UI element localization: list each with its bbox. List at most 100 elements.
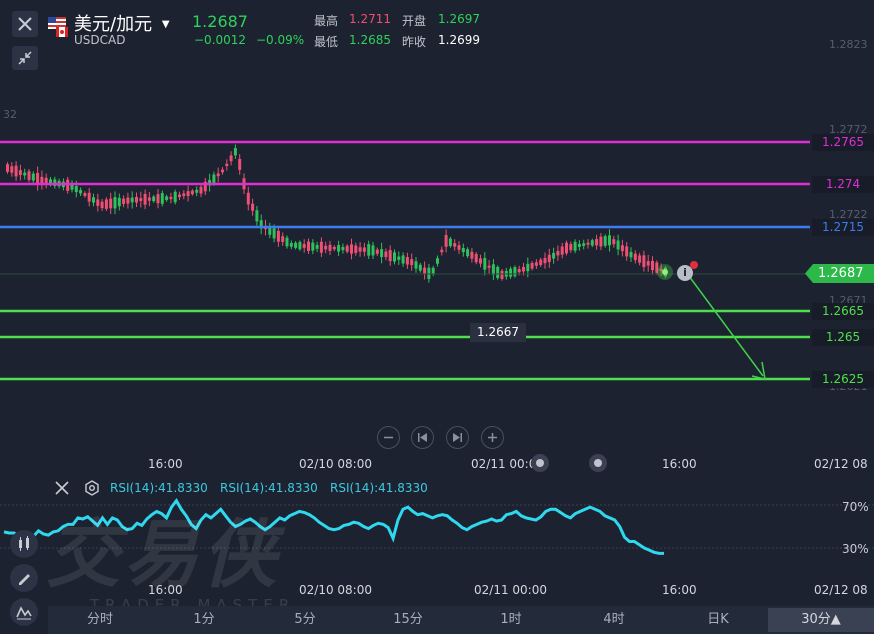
candle-body — [526, 263, 530, 272]
indicator-tool-button[interactable] — [10, 598, 38, 626]
candle-body — [83, 193, 87, 196]
pencil-icon — [19, 574, 30, 585]
candle-body — [522, 266, 525, 272]
candle-body — [199, 186, 203, 194]
candle-body — [18, 170, 22, 175]
timeframe-tab[interactable]: 分时 — [74, 608, 126, 632]
info-icon[interactable]: i — [677, 265, 693, 281]
candle-body — [156, 194, 160, 204]
scroll-right-button[interactable] — [446, 426, 469, 449]
candle-body — [401, 255, 405, 264]
current-price-tag-text: 1.2687 — [818, 266, 864, 281]
candle-body — [440, 249, 444, 253]
candle-body — [500, 270, 504, 279]
timeframe-tab[interactable]: 4时 — [588, 608, 640, 632]
timeframe-tab[interactable]: 15分 — [382, 608, 434, 632]
candle-body — [40, 176, 44, 184]
candle-body — [547, 254, 551, 262]
scroll-handle[interactable] — [531, 454, 549, 472]
candle-body — [577, 243, 581, 247]
candle-body — [367, 244, 371, 256]
candle-body — [638, 255, 642, 263]
candle-body — [380, 249, 384, 257]
candle-body — [646, 261, 650, 266]
tool-button[interactable] — [10, 530, 38, 558]
timeframe-tab[interactable]: 1分 — [178, 608, 230, 632]
candle-body — [324, 245, 328, 250]
candle-body — [362, 247, 366, 252]
rsi-time-axis-label: 02/10 08:00 — [299, 583, 372, 597]
candle-body — [23, 172, 27, 176]
scroll-left-button[interactable] — [411, 426, 434, 449]
candle-body — [117, 197, 121, 207]
chart-screen: 美元/加元 ▼ 1.2687 USDCAD −0.0012 −0.09% 最高 … — [0, 0, 874, 634]
candle-body — [272, 228, 276, 239]
candle-body — [14, 165, 18, 177]
candle-body — [530, 262, 534, 269]
level-tag: 1.2625 — [812, 371, 874, 388]
rsi-time-axis-label: 02/11 00:00 — [474, 583, 547, 597]
rsi-label: RSI(14):41.8330 — [330, 481, 428, 495]
plus-icon — [488, 433, 497, 442]
candle-body — [225, 163, 229, 167]
timeframe-tab[interactable]: 日K — [692, 608, 744, 632]
candle-body — [625, 246, 629, 257]
timeframe-tab-active[interactable]: 30分▲ — [768, 608, 874, 632]
candle-body — [332, 247, 336, 250]
candle-body — [36, 172, 40, 185]
price-dot — [662, 269, 668, 275]
candle-body — [586, 242, 590, 245]
candle-body — [6, 164, 9, 172]
candle-body — [491, 264, 495, 275]
skip-forward-icon — [453, 433, 462, 442]
candle-body — [436, 258, 439, 264]
candle-body — [423, 267, 427, 274]
candle-body — [10, 166, 14, 173]
candle-body — [74, 186, 78, 193]
timeframe-tab[interactable]: 1时 — [485, 608, 537, 632]
candle-body — [573, 241, 577, 251]
zoom-in-button[interactable] — [481, 426, 504, 449]
candle-body — [453, 243, 457, 247]
candle-body — [315, 245, 319, 249]
candle-body — [255, 210, 259, 222]
candle-body — [534, 262, 538, 266]
time-axis-label: 16:00 — [662, 457, 697, 471]
candle-body — [560, 246, 564, 255]
candle-body — [642, 255, 646, 268]
candle-body — [457, 245, 461, 250]
candle-body — [620, 245, 624, 252]
timeframe-tab[interactable]: 5分 — [279, 608, 331, 632]
candle-body — [431, 267, 435, 275]
candle-body — [216, 173, 220, 177]
zoom-out-button[interactable] — [377, 426, 400, 449]
level-tag: 1.2715 — [812, 219, 874, 236]
candle-body — [143, 193, 147, 205]
candle-body — [87, 192, 91, 202]
candle-body — [152, 196, 156, 202]
candle-body — [229, 155, 233, 162]
candle-body — [31, 173, 35, 181]
candle-body — [350, 244, 353, 254]
candle-body — [397, 256, 401, 260]
candle-body — [466, 249, 470, 257]
candle-body — [358, 247, 362, 252]
candle-body — [178, 194, 181, 198]
candle-body — [298, 242, 302, 250]
scroll-handle[interactable] — [589, 454, 607, 472]
time-axis-label: 16:00 — [148, 457, 183, 471]
candle-body — [345, 245, 349, 252]
candle-body — [173, 191, 177, 203]
candle-body — [289, 243, 293, 247]
candle-body — [79, 190, 83, 194]
candle-body — [410, 259, 414, 266]
rsi-time-axis-label: 02/12 08 — [814, 583, 868, 597]
candlestick-series — [6, 144, 667, 283]
candle-body — [582, 243, 586, 246]
candle-body — [479, 258, 482, 264]
draw-tool-button[interactable] — [10, 564, 38, 592]
candle-body — [337, 245, 341, 252]
candle-body — [147, 197, 151, 201]
candle-body — [552, 252, 556, 259]
time-axis-label: 02/10 08:00 — [299, 457, 372, 471]
